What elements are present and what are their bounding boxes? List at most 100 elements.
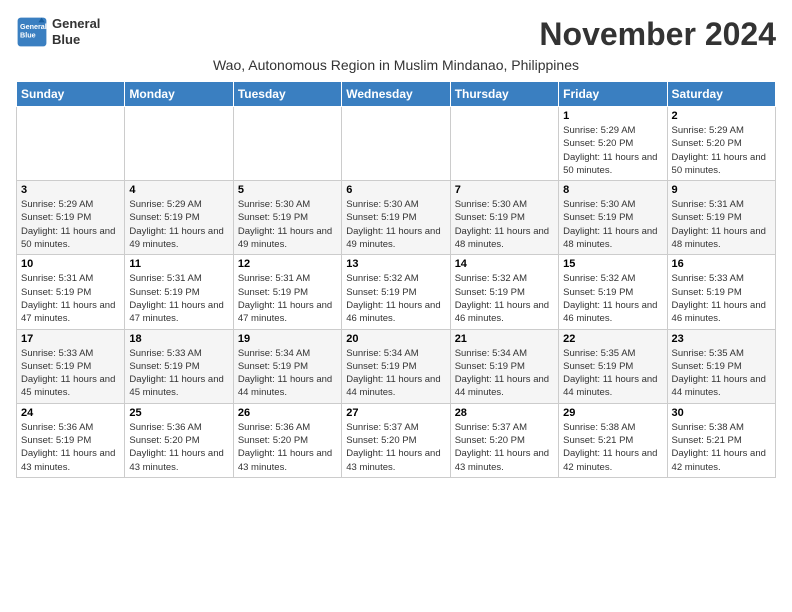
day-number: 24 <box>21 407 120 419</box>
calendar-cell: 29 Sunrise: 5:38 AM Sunset: 5:21 PM Dayli… <box>559 403 667 477</box>
calendar-cell: 23 Sunrise: 5:35 AM Sunset: 5:19 PM Dayli… <box>667 329 775 403</box>
day-number: 6 <box>346 184 445 196</box>
day-info: Sunrise: 5:30 AM Sunset: 5:19 PM Dayligh… <box>238 198 337 251</box>
day-info: Sunrise: 5:34 AM Sunset: 5:19 PM Dayligh… <box>346 347 445 400</box>
day-info: Sunrise: 5:29 AM Sunset: 5:20 PM Dayligh… <box>672 124 771 177</box>
day-info: Sunrise: 5:31 AM Sunset: 5:19 PM Dayligh… <box>129 272 228 325</box>
day-info: Sunrise: 5:35 AM Sunset: 5:19 PM Dayligh… <box>672 347 771 400</box>
day-number: 8 <box>563 184 662 196</box>
day-number: 11 <box>129 258 228 270</box>
calendar-cell: 7 Sunrise: 5:30 AM Sunset: 5:19 PM Daylig… <box>450 181 558 255</box>
day-info: Sunrise: 5:33 AM Sunset: 5:19 PM Dayligh… <box>21 347 120 400</box>
day-info: Sunrise: 5:34 AM Sunset: 5:19 PM Dayligh… <box>455 347 554 400</box>
day-info: Sunrise: 5:37 AM Sunset: 5:20 PM Dayligh… <box>346 421 445 474</box>
day-info: Sunrise: 5:31 AM Sunset: 5:19 PM Dayligh… <box>238 272 337 325</box>
day-number: 19 <box>238 333 337 345</box>
calendar-cell: 26 Sunrise: 5:36 AM Sunset: 5:20 PM Dayli… <box>233 403 341 477</box>
calendar-cell: 13Sunrise: 5:32 AM Sunset: 5:19 PM Dayli… <box>342 255 450 329</box>
week-row-2: 3Sunrise: 5:29 AM Sunset: 5:19 PM Daylig… <box>17 181 776 255</box>
week-row-1: 1 Sunrise: 5:29 AM Sunset: 5:20 PM Daylig… <box>17 107 776 181</box>
calendar-cell: 8 Sunrise: 5:30 AM Sunset: 5:19 PM Daylig… <box>559 181 667 255</box>
day-info: Sunrise: 5:38 AM Sunset: 5:21 PM Dayligh… <box>563 421 662 474</box>
weekday-header-wednesday: Wednesday <box>342 82 450 107</box>
day-info: Sunrise: 5:36 AM Sunset: 5:20 PM Dayligh… <box>129 421 228 474</box>
calendar-cell: 6Sunrise: 5:30 AM Sunset: 5:19 PM Daylig… <box>342 181 450 255</box>
day-info: Sunrise: 5:31 AM Sunset: 5:19 PM Dayligh… <box>21 272 120 325</box>
calendar-cell: 24 Sunrise: 5:36 AM Sunset: 5:19 PM Dayli… <box>17 403 125 477</box>
day-number: 1 <box>563 110 662 122</box>
calendar-cell: 2 Sunrise: 5:29 AM Sunset: 5:20 PM Daylig… <box>667 107 775 181</box>
day-number: 26 <box>238 407 337 419</box>
weekday-header-row: SundayMondayTuesdayWednesdayThursdayFrid… <box>17 82 776 107</box>
logo-text2: Blue <box>52 32 100 48</box>
week-row-4: 17 Sunrise: 5:33 AM Sunset: 5:19 PM Dayli… <box>17 329 776 403</box>
day-info: Sunrise: 5:35 AM Sunset: 5:19 PM Dayligh… <box>563 347 662 400</box>
day-info: Sunrise: 5:30 AM Sunset: 5:19 PM Dayligh… <box>563 198 662 251</box>
day-info: Sunrise: 5:29 AM Sunset: 5:19 PM Dayligh… <box>129 198 228 251</box>
day-number: 15 <box>563 258 662 270</box>
day-info: Sunrise: 5:34 AM Sunset: 5:19 PM Dayligh… <box>238 347 337 400</box>
calendar-cell: 4 Sunrise: 5:29 AM Sunset: 5:19 PM Daylig… <box>125 181 233 255</box>
day-number: 5 <box>238 184 337 196</box>
day-info: Sunrise: 5:29 AM Sunset: 5:19 PM Dayligh… <box>21 198 120 251</box>
logo-text: General <box>52 16 100 32</box>
month-title: November 2024 <box>539 16 776 53</box>
calendar-cell <box>17 107 125 181</box>
day-number: 7 <box>455 184 554 196</box>
calendar-cell: 15 Sunrise: 5:32 AM Sunset: 5:19 PM Dayli… <box>559 255 667 329</box>
calendar-cell: 9Sunrise: 5:31 AM Sunset: 5:19 PM Daylig… <box>667 181 775 255</box>
calendar-cell: 21 Sunrise: 5:34 AM Sunset: 5:19 PM Dayli… <box>450 329 558 403</box>
day-number: 2 <box>672 110 771 122</box>
day-info: Sunrise: 5:38 AM Sunset: 5:21 PM Dayligh… <box>672 421 771 474</box>
day-number: 14 <box>455 258 554 270</box>
calendar-cell <box>450 107 558 181</box>
calendar: SundayMondayTuesdayWednesdayThursdayFrid… <box>16 81 776 478</box>
week-row-3: 10 Sunrise: 5:31 AM Sunset: 5:19 PM Dayli… <box>17 255 776 329</box>
day-number: 29 <box>563 407 662 419</box>
calendar-cell: 12 Sunrise: 5:31 AM Sunset: 5:19 PM Dayli… <box>233 255 341 329</box>
day-number: 4 <box>129 184 228 196</box>
calendar-cell: 19 Sunrise: 5:34 AM Sunset: 5:19 PM Dayli… <box>233 329 341 403</box>
week-row-5: 24 Sunrise: 5:36 AM Sunset: 5:19 PM Dayli… <box>17 403 776 477</box>
svg-text:Blue: Blue <box>20 31 36 40</box>
weekday-header-thursday: Thursday <box>450 82 558 107</box>
calendar-cell: 28Sunrise: 5:37 AM Sunset: 5:20 PM Dayli… <box>450 403 558 477</box>
day-number: 28 <box>455 407 554 419</box>
logo: General Blue General Blue <box>16 16 100 48</box>
weekday-header-saturday: Saturday <box>667 82 775 107</box>
day-info: Sunrise: 5:32 AM Sunset: 5:19 PM Dayligh… <box>563 272 662 325</box>
day-info: Sunrise: 5:33 AM Sunset: 5:19 PM Dayligh… <box>672 272 771 325</box>
calendar-cell: 1Sunrise: 5:29 AM Sunset: 5:20 PM Daylig… <box>559 107 667 181</box>
day-number: 16 <box>672 258 771 270</box>
day-number: 10 <box>21 258 120 270</box>
day-info: Sunrise: 5:33 AM Sunset: 5:19 PM Dayligh… <box>129 347 228 400</box>
day-info: Sunrise: 5:36 AM Sunset: 5:19 PM Dayligh… <box>21 421 120 474</box>
calendar-cell: 3Sunrise: 5:29 AM Sunset: 5:19 PM Daylig… <box>17 181 125 255</box>
header: General Blue General Blue November 2024 <box>16 16 776 53</box>
day-number: 13 <box>346 258 445 270</box>
day-info: Sunrise: 5:30 AM Sunset: 5:19 PM Dayligh… <box>455 198 554 251</box>
subtitle: Wao, Autonomous Region in Muslim Mindana… <box>16 57 776 73</box>
day-number: 17 <box>21 333 120 345</box>
calendar-cell: 5 Sunrise: 5:30 AM Sunset: 5:19 PM Daylig… <box>233 181 341 255</box>
weekday-header-sunday: Sunday <box>17 82 125 107</box>
calendar-cell: 14Sunrise: 5:32 AM Sunset: 5:19 PM Dayli… <box>450 255 558 329</box>
calendar-cell: 17 Sunrise: 5:33 AM Sunset: 5:19 PM Dayli… <box>17 329 125 403</box>
calendar-cell: 18 Sunrise: 5:33 AM Sunset: 5:19 PM Dayli… <box>125 329 233 403</box>
calendar-cell: 11 Sunrise: 5:31 AM Sunset: 5:19 PM Dayli… <box>125 255 233 329</box>
weekday-header-friday: Friday <box>559 82 667 107</box>
weekday-header-monday: Monday <box>125 82 233 107</box>
day-info: Sunrise: 5:36 AM Sunset: 5:20 PM Dayligh… <box>238 421 337 474</box>
day-number: 21 <box>455 333 554 345</box>
svg-text:General: General <box>20 22 47 31</box>
day-number: 23 <box>672 333 771 345</box>
logo-icon: General Blue <box>16 16 48 48</box>
calendar-cell: 20 Sunrise: 5:34 AM Sunset: 5:19 PM Dayli… <box>342 329 450 403</box>
day-number: 9 <box>672 184 771 196</box>
day-number: 20 <box>346 333 445 345</box>
day-number: 18 <box>129 333 228 345</box>
calendar-cell <box>342 107 450 181</box>
day-number: 27 <box>346 407 445 419</box>
calendar-cell: 22Sunrise: 5:35 AM Sunset: 5:19 PM Dayli… <box>559 329 667 403</box>
day-number: 12 <box>238 258 337 270</box>
